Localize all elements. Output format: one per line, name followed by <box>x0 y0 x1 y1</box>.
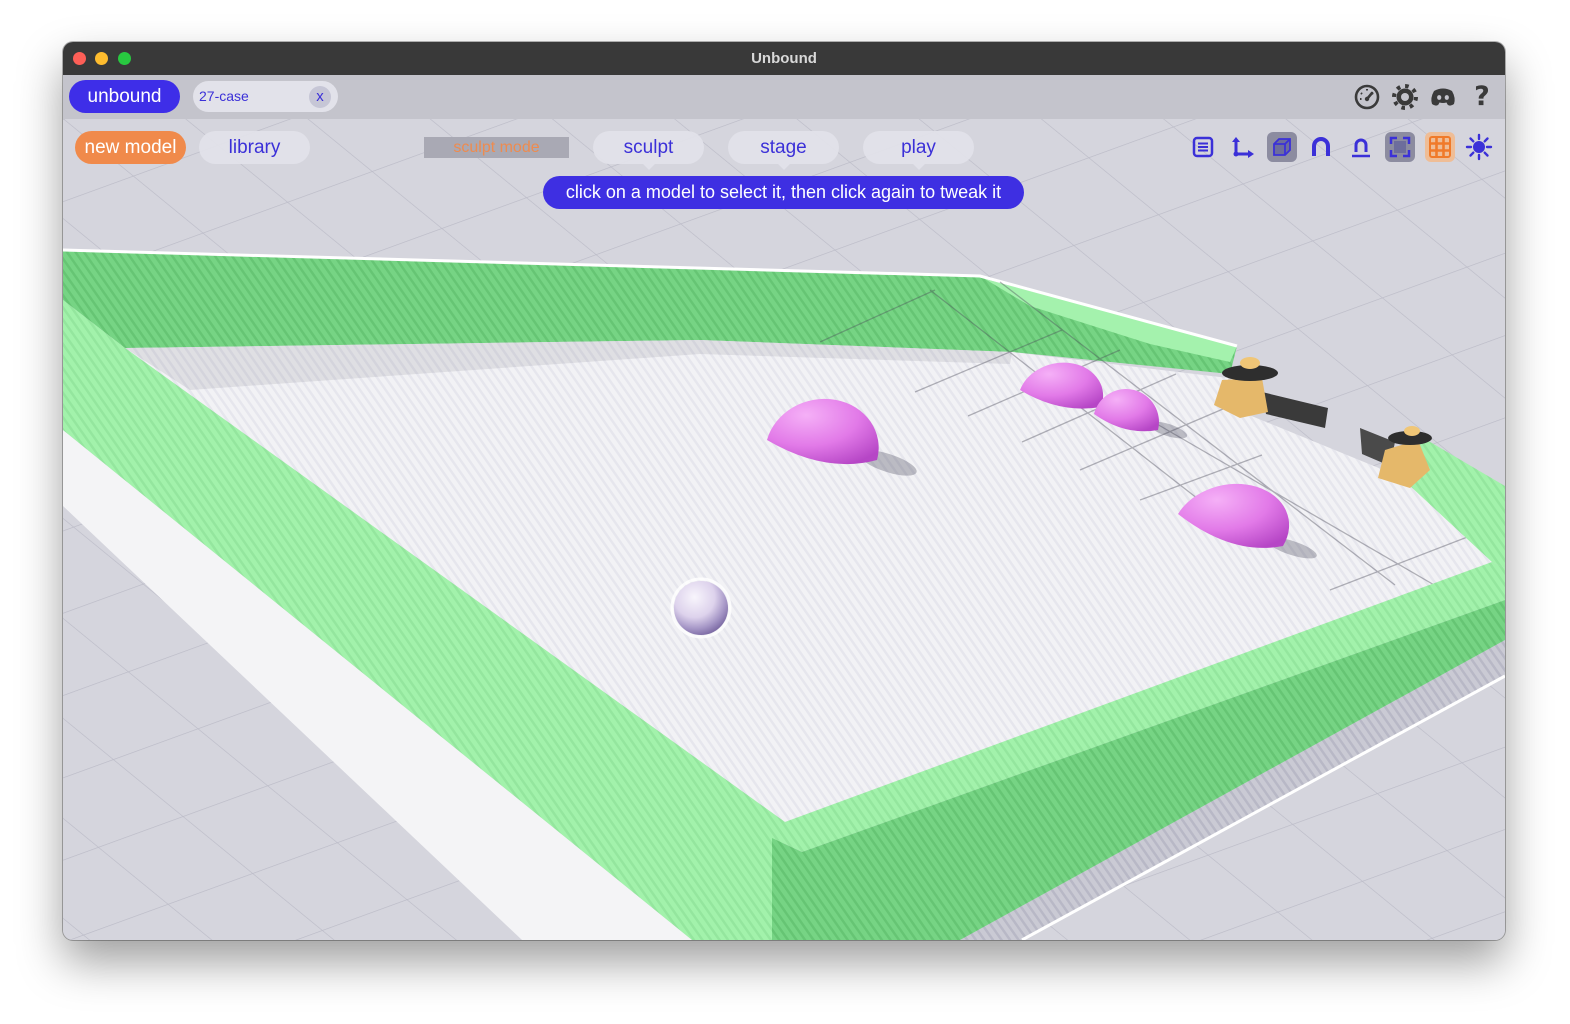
sun-icon[interactable] <box>1464 132 1494 162</box>
grid-icon[interactable] <box>1425 132 1455 162</box>
tab-27-case[interactable]: 27-case x <box>193 81 338 112</box>
tab-close-button[interactable]: x <box>309 86 331 108</box>
frame-icon[interactable] <box>1385 132 1415 162</box>
3d-viewport[interactable] <box>63 119 1505 940</box>
cannon-knob <box>1404 426 1420 436</box>
help-icon[interactable]: ? <box>1467 82 1497 112</box>
magnet-icon[interactable] <box>1306 132 1336 162</box>
gear-icon[interactable] <box>1390 82 1420 112</box>
tab-label: 27-case <box>199 88 249 104</box>
axis-icon[interactable] <box>1228 132 1258 162</box>
ball[interactable] <box>674 581 728 635</box>
tab-stage[interactable]: stage <box>728 131 839 170</box>
help-glyph: ? <box>1474 81 1490 112</box>
magnet-base-icon[interactable] <box>1346 132 1376 162</box>
library-button[interactable]: library <box>199 131 310 164</box>
tab-play[interactable]: play <box>863 131 974 170</box>
cannon-knob <box>1240 357 1260 369</box>
list-icon[interactable] <box>1188 132 1218 162</box>
home-button[interactable]: unbound <box>69 80 180 113</box>
app-window: Unbound unbound 27-case x ? new model li… <box>63 42 1505 940</box>
new-model-button[interactable]: new model <box>75 131 186 164</box>
hint-tooltip: click on a model to select it, then clic… <box>543 176 1024 209</box>
discord-icon[interactable] <box>1428 82 1458 112</box>
title-bar: Unbound <box>63 42 1505 75</box>
gauge-icon[interactable] <box>1352 82 1382 112</box>
tab-bar: unbound 27-case x ? <box>63 75 1505 119</box>
window-title: Unbound <box>751 50 817 67</box>
tab-sculpt[interactable]: sculpt <box>593 131 704 170</box>
mode-label: sculpt mode <box>424 137 569 158</box>
cube-icon[interactable] <box>1267 132 1297 162</box>
